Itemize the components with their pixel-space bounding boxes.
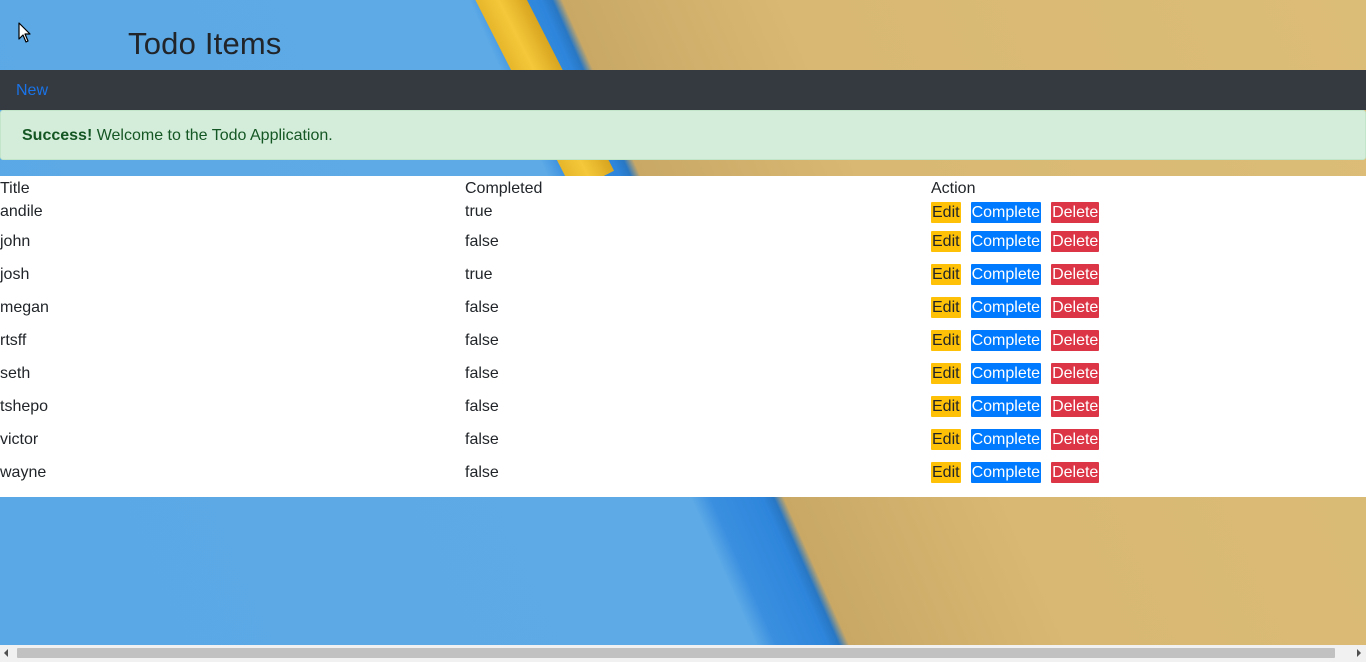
edit-button[interactable]: Edit (931, 264, 961, 285)
todo-title: josh (0, 265, 30, 283)
edit-button[interactable]: Edit (931, 201, 961, 223)
todo-actions: Edit Complete Delete (931, 324, 1366, 357)
delete-button[interactable]: Delete (1051, 462, 1100, 483)
todo-table: Title Completed Action andile true Edit C… (0, 179, 1366, 489)
table-row: seth false Edit Complete Delete (0, 357, 1366, 390)
delete-button[interactable]: Delete (1051, 330, 1100, 351)
delete-button[interactable]: Delete (1051, 363, 1100, 384)
delete-button[interactable]: Delete (1051, 231, 1100, 252)
alert-message: Welcome to the Todo Application. (92, 127, 333, 144)
table-row: john false Edit Complete Delete (0, 225, 1366, 258)
column-header-title: Title (0, 180, 30, 197)
todo-actions: Edit Complete Delete (931, 225, 1366, 258)
table-row: josh true Edit Complete Delete (0, 258, 1366, 291)
todo-title: seth (0, 364, 31, 382)
page-title: Todo Items (128, 26, 282, 61)
navbar: New (0, 70, 1366, 110)
edit-button[interactable]: Edit (931, 363, 961, 384)
edit-button[interactable]: Edit (931, 429, 961, 450)
table-row: tshepo false Edit Complete Delete (0, 390, 1366, 423)
todo-actions: Edit Complete Delete (931, 291, 1366, 324)
todo-actions: Edit Complete Delete (931, 456, 1366, 489)
todo-completed: false (465, 463, 499, 481)
edit-button[interactable]: Edit (931, 462, 961, 483)
todo-title: andile (0, 203, 43, 220)
column-header-completed: Completed (465, 180, 543, 197)
todo-completed: false (465, 232, 499, 250)
delete-button[interactable]: Delete (1051, 201, 1100, 223)
todo-title: victor (0, 430, 39, 448)
table-row: rtsff false Edit Complete Delete (0, 324, 1366, 357)
edit-button[interactable]: Edit (931, 231, 961, 252)
complete-button[interactable]: Complete (970, 231, 1042, 252)
todo-title: megan (0, 298, 49, 316)
todo-completed: true (465, 265, 493, 283)
todo-title: tshepo (0, 397, 49, 415)
delete-button[interactable]: Delete (1051, 264, 1100, 285)
table-header-row: Title Completed Action (0, 179, 1366, 199)
delete-button[interactable]: Delete (1051, 396, 1100, 417)
complete-button[interactable]: Complete (970, 462, 1042, 483)
table-row: megan false Edit Complete Delete (0, 291, 1366, 324)
edit-button[interactable]: Edit (931, 297, 961, 318)
todo-actions: Edit Complete Delete (931, 199, 1366, 225)
todo-table-panel: Title Completed Action andile true Edit C… (0, 176, 1366, 497)
chevron-right-icon[interactable] (1357, 649, 1361, 657)
delete-button[interactable]: Delete (1051, 429, 1100, 450)
page-header: Todo Items (0, 0, 1366, 70)
todo-completed: false (465, 331, 499, 349)
table-row: andile true Edit Complete Delete (0, 199, 1366, 225)
todo-completed: false (465, 364, 499, 382)
horizontal-scrollbar[interactable] (0, 645, 1366, 662)
table-row: wayne false Edit Complete Delete (0, 456, 1366, 489)
new-link[interactable]: New (16, 80, 48, 101)
todo-completed: true (465, 203, 493, 220)
todo-actions: Edit Complete Delete (931, 423, 1366, 456)
complete-button[interactable]: Complete (970, 201, 1042, 223)
success-alert: Success! Welcome to the Todo Application… (0, 110, 1366, 160)
todo-title: wayne (0, 463, 47, 481)
todo-actions: Edit Complete Delete (931, 390, 1366, 423)
alert-text: Success! Welcome to the Todo Application… (22, 126, 333, 146)
alert-strong: Success! (22, 127, 93, 144)
edit-button[interactable]: Edit (931, 330, 961, 351)
complete-button[interactable]: Complete (970, 429, 1042, 450)
todo-completed: false (465, 397, 499, 415)
todo-actions: Edit Complete Delete (931, 357, 1366, 390)
delete-button[interactable]: Delete (1051, 297, 1100, 318)
complete-button[interactable]: Complete (970, 297, 1042, 318)
complete-button[interactable]: Complete (970, 363, 1042, 384)
complete-button[interactable]: Complete (970, 330, 1042, 351)
todo-title: john (0, 232, 31, 250)
table-row: victor false Edit Complete Delete (0, 423, 1366, 456)
edit-button[interactable]: Edit (931, 396, 961, 417)
todo-completed: false (465, 298, 499, 316)
todo-completed: false (465, 430, 499, 448)
todo-actions: Edit Complete Delete (931, 258, 1366, 291)
todo-title: rtsff (0, 331, 27, 349)
complete-button[interactable]: Complete (970, 264, 1042, 285)
column-header-action: Action (931, 180, 976, 197)
complete-button[interactable]: Complete (970, 396, 1042, 417)
scrollbar-thumb[interactable] (17, 648, 1335, 658)
mouse-pointer-icon (18, 22, 31, 43)
chevron-left-icon[interactable] (4, 649, 8, 657)
